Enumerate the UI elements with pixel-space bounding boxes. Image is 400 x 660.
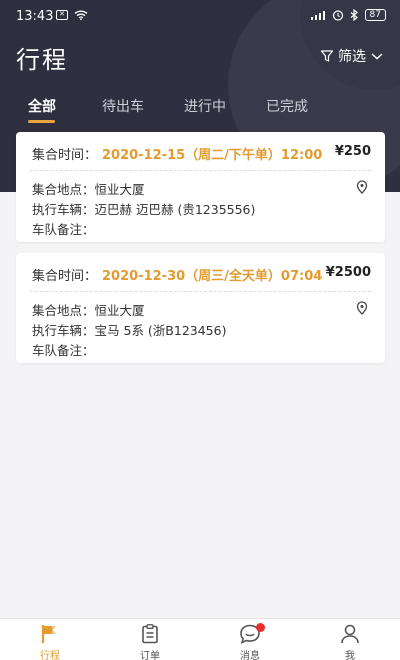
gather-location-value: 恒业大厦	[94, 303, 145, 318]
gather-location-value: 恒业大厦	[94, 182, 145, 197]
battery-indicator: 87	[364, 9, 386, 21]
tabbar-item-trips[interactable]: 行程	[20, 623, 80, 660]
signal-icon	[310, 10, 325, 20]
trip-price: ¥2500	[325, 265, 371, 280]
active-tab-indicator	[28, 120, 55, 123]
status-left-icons: ✕	[56, 10, 88, 20]
tab-completed[interactable]: 已完成	[266, 96, 308, 116]
gather-time-value: 2020-12-15（周二/下午单）12:00	[102, 148, 323, 163]
status-right-icons: 87	[310, 9, 386, 21]
filter-icon	[320, 50, 334, 62]
bluetooth-icon	[350, 9, 358, 21]
alarm-icon	[332, 10, 343, 21]
location-pin-icon[interactable]	[355, 301, 369, 315]
fleet-note-label: 车队备注：	[32, 343, 95, 358]
trip-tabs: 全部 待出车 进行中 已完成	[0, 96, 400, 126]
tabbar-label: 消息	[240, 651, 260, 660]
location-pin-icon[interactable]	[355, 180, 369, 194]
vehicle-row: 执行车辆：迈巴赫 迈巴赫 (贵1235556)	[32, 199, 255, 218]
trip-price: ¥250	[334, 144, 371, 159]
filter-label: 筛选	[338, 49, 366, 65]
tabbar-label: 我	[345, 651, 355, 660]
gather-time-value: 2020-12-30（周三/全天单）07:04	[102, 269, 323, 284]
gather-location-label: 集合地点：	[32, 182, 95, 197]
trip-card-header: 集合时间： 2020-12-15（周二/下午单）12:00 ¥250	[16, 132, 385, 170]
fleet-note-row: 车队备注：	[32, 219, 95, 238]
gather-location-row: 集合地点：恒业大厦	[32, 300, 145, 319]
tabbar-item-messages[interactable]: 消息	[220, 623, 280, 660]
status-time: 13:43	[16, 9, 54, 24]
tab-pending[interactable]: 待出车	[102, 96, 144, 116]
clipboard-icon	[142, 624, 158, 644]
gather-location-label: 集合地点：	[32, 303, 95, 318]
tabbar-item-orders[interactable]: 订单	[120, 623, 180, 660]
vehicle-label: 执行车辆：	[32, 323, 95, 338]
unread-badge	[256, 623, 265, 632]
notification-icon: ✕	[56, 10, 68, 20]
tabbar-label: 行程	[40, 651, 60, 660]
fleet-note-label: 车队备注：	[32, 222, 95, 237]
vehicle-row: 执行车辆：宝马 5系 (浙B123456)	[32, 320, 226, 339]
trip-card[interactable]: 集合时间： 2020-12-30（周三/全天单）07:04 ¥2500 集合地点…	[16, 253, 385, 363]
filter-button[interactable]: 筛选	[320, 46, 384, 66]
card-divider	[30, 291, 371, 292]
fleet-note-row: 车队备注：	[32, 340, 95, 359]
tab-all[interactable]: 全部	[28, 96, 56, 116]
trip-card[interactable]: 集合时间： 2020-12-15（周二/下午单）12:00 ¥250 集合地点：…	[16, 132, 385, 242]
user-icon	[341, 624, 359, 644]
tabbar-label: 订单	[140, 651, 160, 660]
bottom-tab-bar: 行程 订单 消息 我	[0, 618, 400, 660]
gather-location-row: 集合地点：恒业大厦	[32, 179, 145, 198]
trip-card-header: 集合时间： 2020-12-30（周三/全天单）07:04 ¥2500	[16, 253, 385, 291]
gather-time-label: 集合时间：	[32, 269, 98, 284]
wifi-icon	[74, 10, 88, 20]
card-divider	[30, 170, 371, 171]
status-bar: 13:43 ✕ 87	[0, 0, 400, 34]
vehicle-value: 宝马 5系 (浙B123456)	[94, 323, 227, 338]
tabbar-item-me[interactable]: 我	[320, 623, 380, 660]
vehicle-label: 执行车辆：	[32, 202, 95, 217]
page-title: 行程	[16, 46, 68, 74]
flag-icon	[41, 625, 56, 643]
gather-time-label: 集合时间：	[32, 148, 98, 163]
tab-in-progress[interactable]: 进行中	[184, 96, 226, 116]
vehicle-value: 迈巴赫 迈巴赫 (贵1235556)	[94, 202, 256, 217]
chevron-down-icon	[371, 53, 383, 60]
